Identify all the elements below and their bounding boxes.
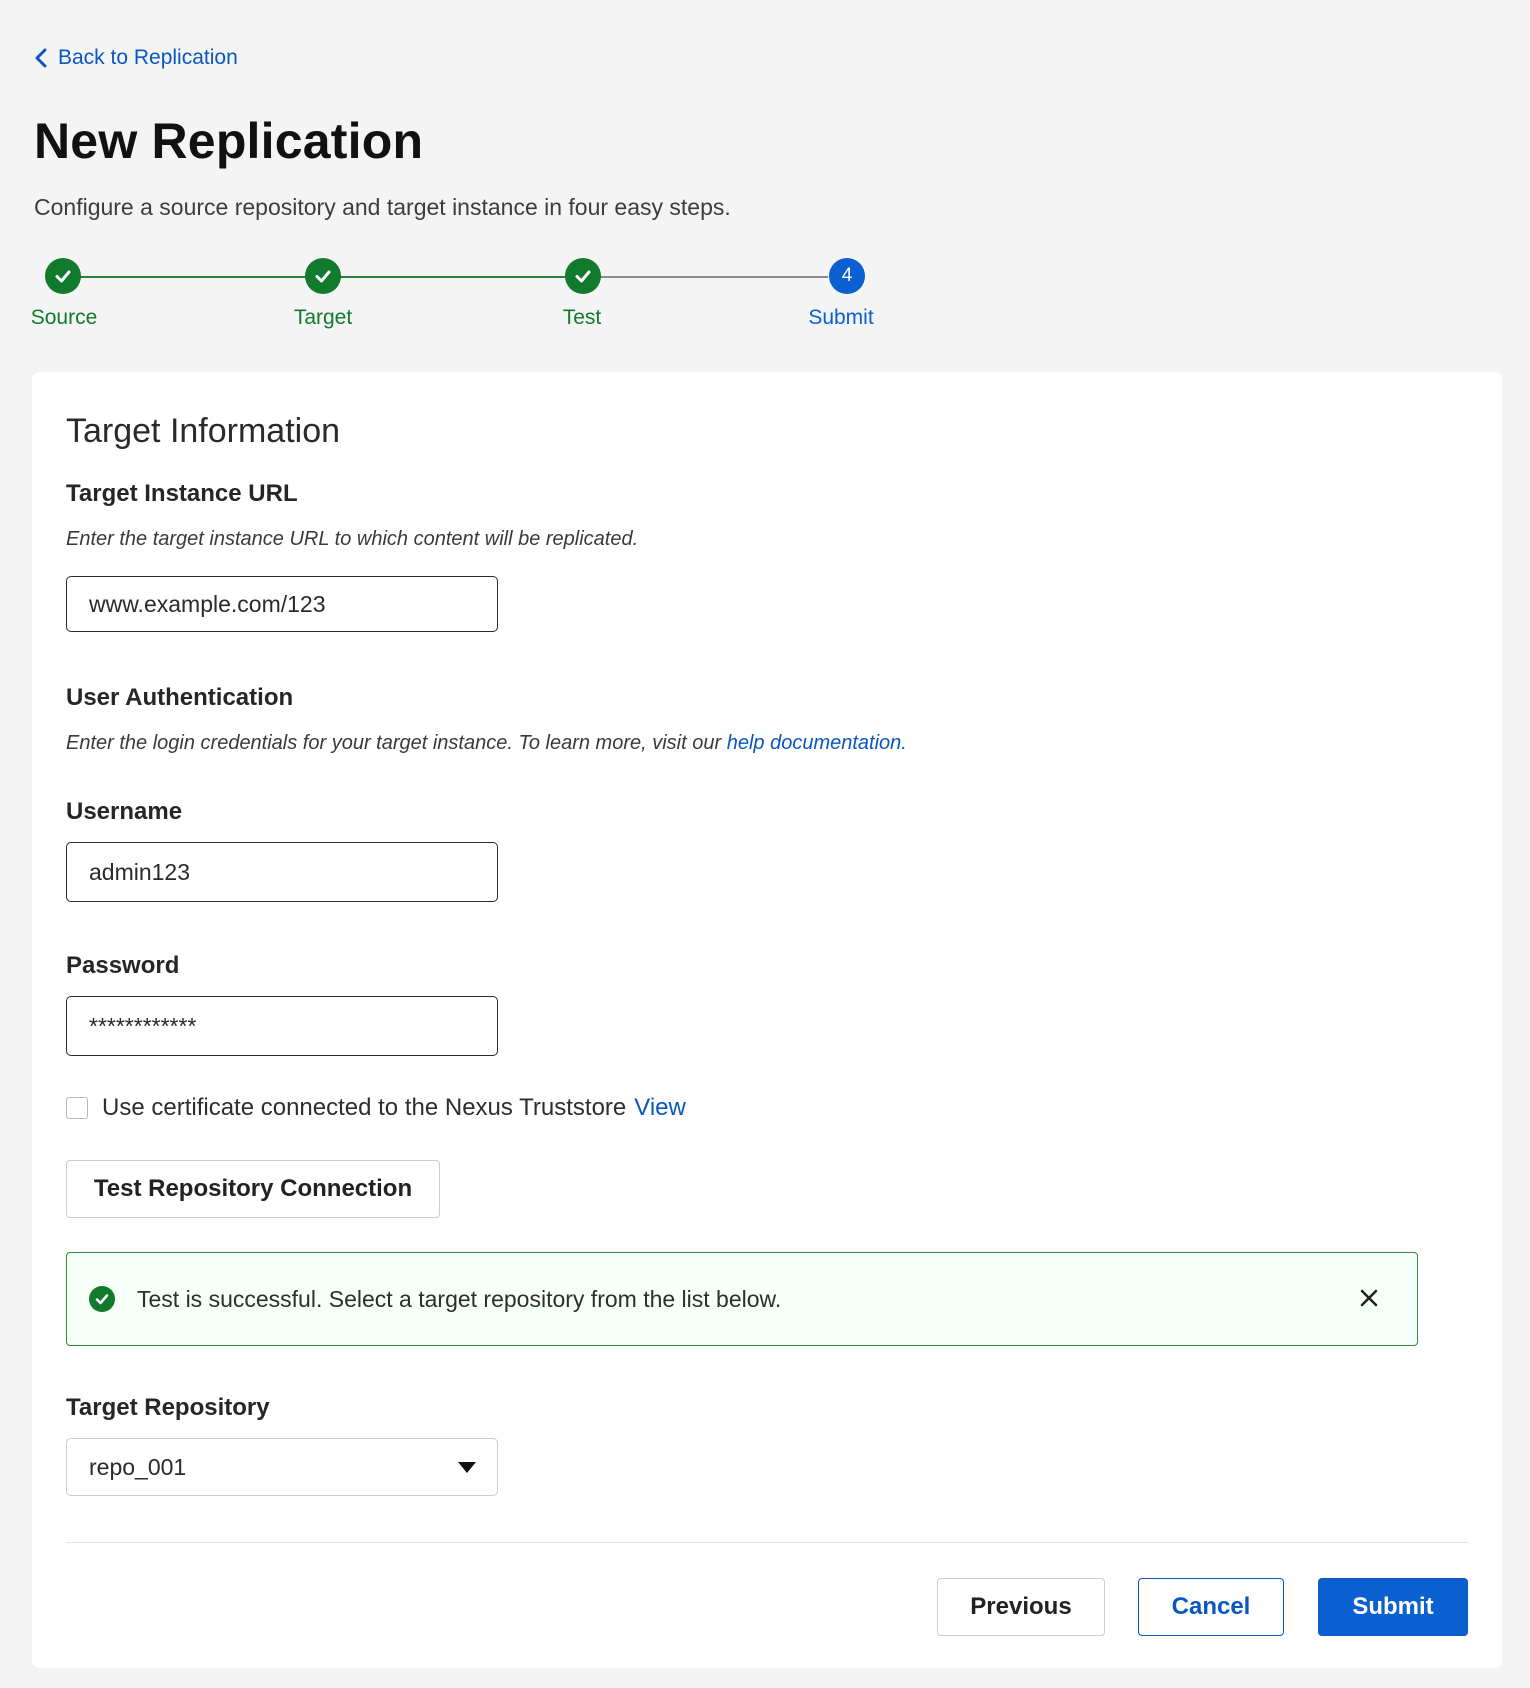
- close-icon[interactable]: [1357, 1286, 1381, 1310]
- step-target-check-icon: [305, 258, 341, 294]
- certificate-row: Use certificate connected to the Nexus T…: [66, 1094, 686, 1122]
- back-to-replication-link[interactable]: Back to Replication: [34, 46, 238, 70]
- success-alert: Test is successful. Select a target repo…: [66, 1252, 1418, 1346]
- chevron-left-icon: [35, 48, 47, 68]
- alert-message: Test is successful. Select a target repo…: [137, 1285, 782, 1312]
- cancel-button[interactable]: Cancel: [1138, 1578, 1284, 1636]
- section-title: Target Information: [66, 412, 341, 450]
- previous-button[interactable]: Previous: [937, 1578, 1105, 1636]
- help-documentation-link[interactable]: help documentation.: [727, 732, 907, 754]
- step-connector: [340, 276, 566, 278]
- target-url-label: Target Instance URL: [66, 480, 298, 507]
- step-test-check-icon: [565, 258, 601, 294]
- certificate-checkbox[interactable]: [66, 1097, 88, 1119]
- view-truststore-link[interactable]: View: [634, 1094, 686, 1121]
- step-submit-number: 4: [829, 258, 865, 294]
- step-label-submit: Submit: [808, 306, 874, 329]
- username-value: admin123: [89, 858, 191, 885]
- username-label: Username: [66, 798, 183, 825]
- step-connector: [600, 276, 828, 278]
- target-repository-select[interactable]: repo_001: [66, 1438, 498, 1496]
- certificate-label-text: Use certificate connected to the Nexus T…: [102, 1094, 627, 1121]
- step-connector: [80, 276, 306, 278]
- user-auth-label: User Authentication: [66, 684, 294, 711]
- username-input[interactable]: admin123: [66, 842, 498, 902]
- target-url-help: Enter the target instance URL to which c…: [66, 528, 639, 550]
- page-title: New Replication: [34, 113, 424, 169]
- step-label-test: Test: [562, 306, 602, 329]
- user-auth-help-text: Enter the login credentials for your tar…: [66, 732, 722, 754]
- user-auth-help: Enter the login credentials for your tar…: [66, 732, 907, 755]
- password-label: Password: [66, 952, 180, 979]
- target-repository-label: Target Repository: [66, 1394, 270, 1421]
- target-url-value: www.example.com/123: [89, 590, 326, 617]
- submit-button[interactable]: Submit: [1318, 1578, 1468, 1636]
- success-check-icon: [89, 1286, 115, 1312]
- progress-stepper: 4 Source Target Test Submit: [0, 258, 900, 338]
- target-repository-value: repo_001: [89, 1453, 187, 1480]
- certificate-label: Use certificate connected to the Nexus T…: [102, 1094, 686, 1122]
- page: Back to Replication New Replication Conf…: [0, 0, 1530, 1688]
- footer-divider: [66, 1542, 1468, 1543]
- password-value: ************: [89, 1012, 197, 1039]
- step-source-check-icon: [45, 258, 81, 294]
- step-label-source: Source: [30, 306, 98, 329]
- caret-down-icon: [458, 1462, 476, 1473]
- step-label-target: Target: [293, 306, 353, 329]
- password-input[interactable]: ************: [66, 996, 498, 1056]
- test-repository-connection-button[interactable]: Test Repository Connection: [66, 1160, 440, 1218]
- page-subtitle: Configure a source repository and target…: [34, 194, 731, 220]
- target-information-card: Target Information Target Instance URL E…: [32, 372, 1502, 1668]
- back-link-label: Back to Replication: [58, 46, 238, 69]
- target-url-input[interactable]: www.example.com/123: [66, 576, 498, 632]
